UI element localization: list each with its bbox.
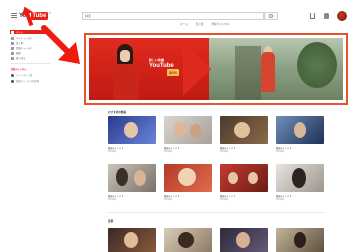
sidebar-item-label: 急上昇 — [16, 42, 24, 45]
video-thumbnail[interactable] — [164, 228, 212, 252]
sidebar-sub-label: チャンネル一覧 — [16, 74, 33, 77]
video-meta: 再生回数 — [164, 151, 173, 153]
banner-scene-image — [201, 38, 343, 100]
video-thumbnail[interactable] — [220, 228, 268, 252]
video-thumbnail[interactable] — [164, 164, 212, 192]
sidebar-sub-label: 登録チャンネルを管理 — [16, 80, 39, 83]
settings-icon — [11, 79, 14, 83]
tab-trending[interactable]: 急上昇 — [196, 22, 204, 26]
search-input[interactable] — [83, 13, 263, 19]
section-divider — [108, 212, 326, 213]
banner-line-1: 新しい体験 — [149, 58, 165, 62]
tab-subscriptions[interactable]: 登録チャンネル — [212, 22, 230, 26]
video-meta: 再生回数 — [164, 199, 173, 201]
trending-icon — [11, 41, 14, 45]
notifications-bell-icon[interactable] — [324, 13, 329, 19]
tab-home[interactable]: ホーム — [180, 22, 188, 26]
channel-icon — [11, 36, 14, 40]
video-thumbnail[interactable] — [276, 116, 324, 144]
section-title-music: 音楽 — [108, 220, 114, 223]
hamburger-menu-icon[interactable] — [11, 13, 17, 18]
sidebar-item-channel-list[interactable]: チャンネル一覧 — [11, 73, 32, 77]
video-thumbnail[interactable] — [220, 116, 268, 144]
sidebar-item-label: 後で見る — [16, 57, 26, 60]
video-thumbnail[interactable] — [276, 164, 324, 192]
sidebar-item-label: 履歴 — [16, 52, 21, 55]
video-thumbnail[interactable] — [220, 164, 268, 192]
banner-arrow-shape — [183, 42, 211, 96]
subscriptions-icon — [11, 46, 14, 50]
sidebar-section-heading: 登録チャンネル — [11, 68, 27, 71]
video-thumbnail[interactable] — [108, 164, 156, 192]
annotation-arrow-diagonal-icon — [41, 25, 80, 64]
promo-banner[interactable]: 新しい体験 YouTube 30% — [89, 38, 343, 100]
sidebar-item-label: マイチャンネル — [16, 37, 33, 40]
upload-icon[interactable] — [310, 13, 315, 19]
video-thumbnail[interactable] — [276, 228, 324, 252]
video-meta: 再生回数 — [220, 199, 229, 201]
video-thumbnail[interactable] — [164, 116, 212, 144]
sidebar-item-manage-subscriptions[interactable]: 登録チャンネルを管理 — [11, 79, 39, 83]
video-meta: 再生回数 — [108, 151, 117, 153]
sidebar-item-label: ホーム — [16, 31, 24, 34]
search-icon — [269, 14, 273, 18]
video-shelf-music — [108, 228, 326, 252]
search-button[interactable] — [264, 12, 278, 20]
video-meta: 再生回数 — [220, 151, 229, 153]
channel-avatar-icon — [11, 73, 14, 77]
top-tabs: ホーム 急上昇 登録チャンネル — [180, 22, 230, 26]
video-meta: 再生回数 — [108, 199, 117, 201]
logo-region: JP — [48, 11, 51, 15]
video-thumbnail[interactable] — [108, 228, 156, 252]
section-title-recommended: おすすめの動画 — [108, 111, 127, 114]
search-box — [82, 12, 264, 20]
video-thumbnail[interactable] — [108, 116, 156, 144]
video-meta: 再生回数 — [276, 199, 285, 201]
video-shelf-recommended: 動画タイトル 1 再生回数 動画タイトル 2 再生回数 動画タイトル 3 再生回… — [108, 116, 326, 206]
banner-text: 新しい体験 YouTube — [149, 58, 174, 69]
video-meta: 再生回数 — [276, 151, 285, 153]
sidebar-item-label: 登録チャンネル — [16, 47, 33, 50]
banner-badge: 30% — [167, 69, 180, 76]
highlighted-banner-frame: 新しい体験 YouTube 30% — [84, 33, 348, 105]
history-icon — [11, 51, 14, 55]
home-icon — [11, 30, 14, 34]
annotation-arrow-up-icon — [22, 6, 34, 26]
banner-person-image — [111, 44, 141, 100]
avatar[interactable] — [337, 11, 347, 21]
watch-later-icon — [11, 56, 14, 60]
